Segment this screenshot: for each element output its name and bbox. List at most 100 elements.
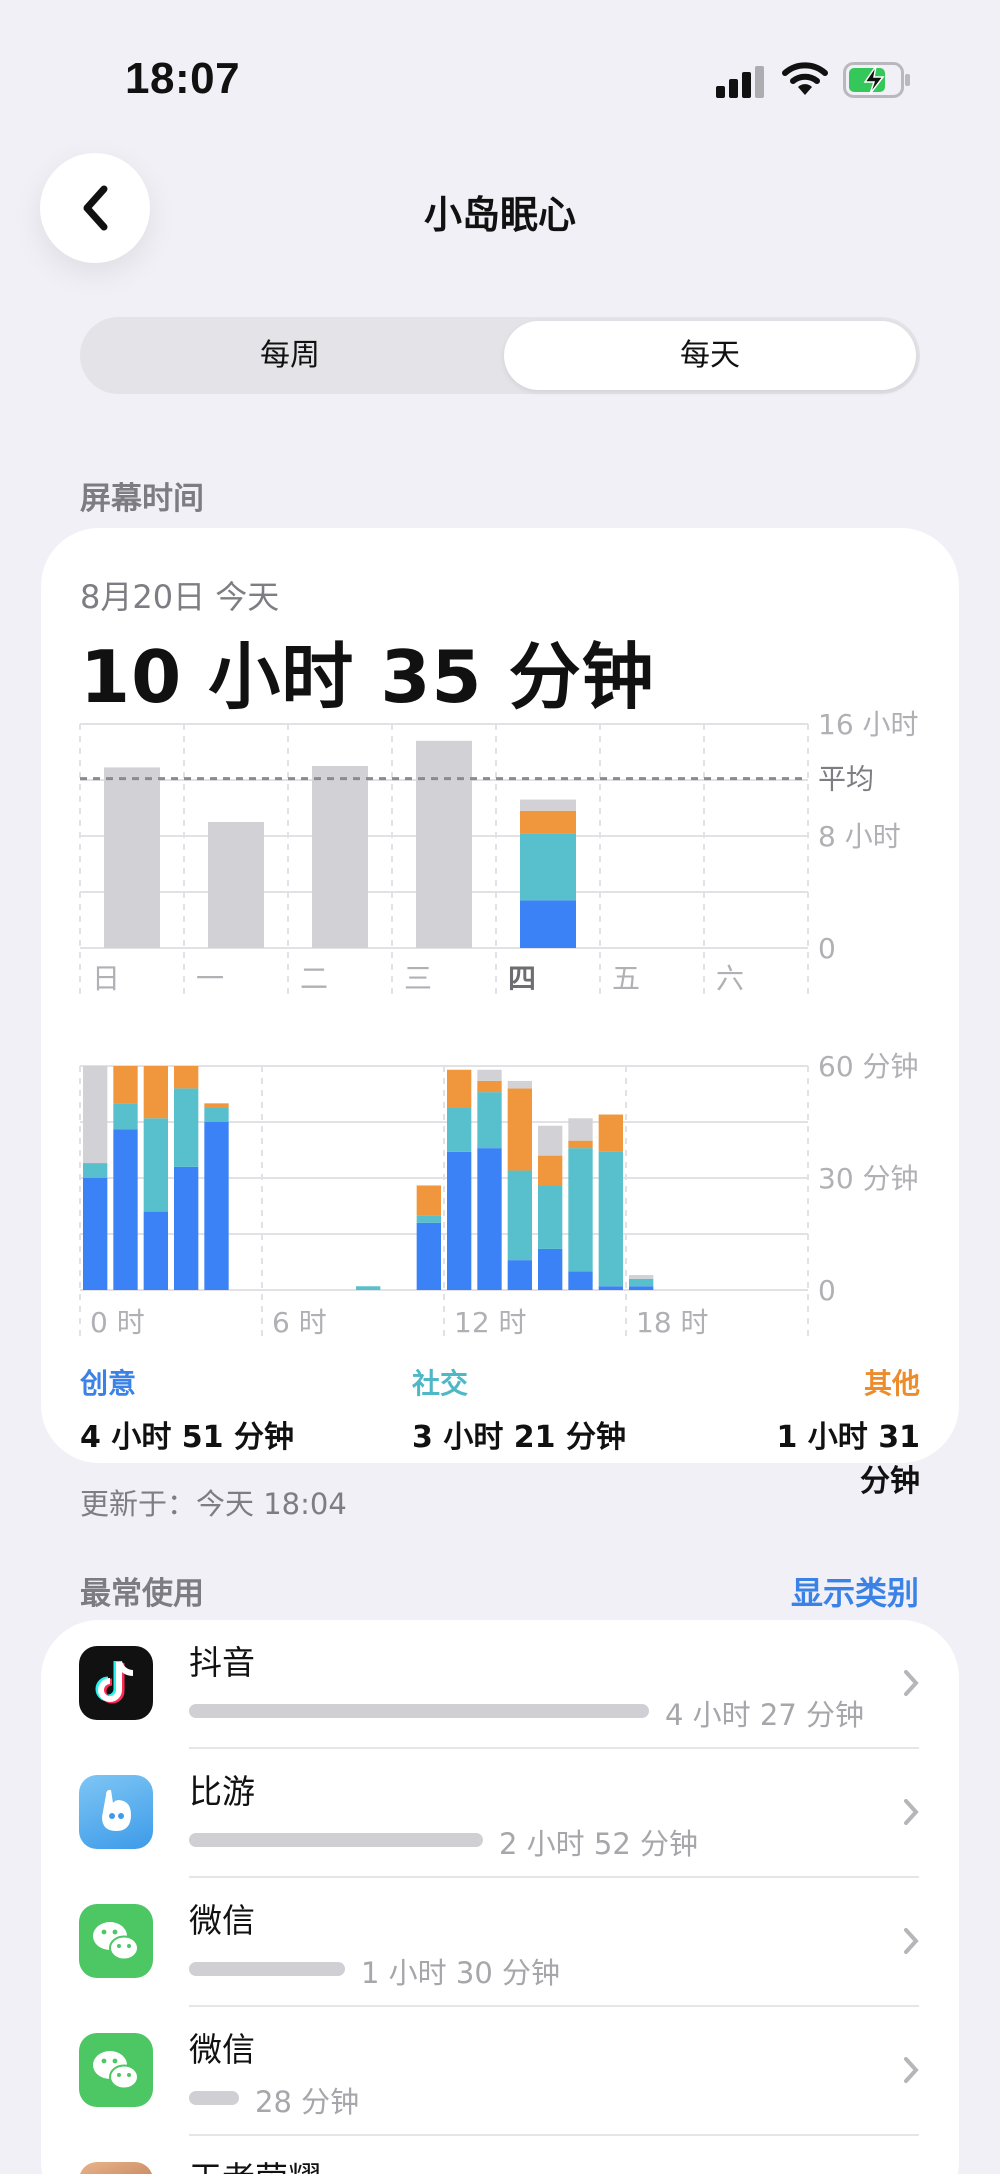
x-tick-label: 一 [196, 962, 224, 995]
bar-segment-other [204, 1103, 229, 1108]
douyin-icon [79, 1646, 153, 1720]
bar-segment-uncategorized [507, 1080, 532, 1089]
legend-creative: 创意 4 小时 51 分钟 [80, 1362, 294, 1456]
show-categories-button[interactable]: 显示类别 [791, 1568, 919, 1614]
bar-segment-uncategorized [568, 1118, 593, 1141]
usage-bar [189, 2091, 239, 2105]
bar-segment-uncategorized [477, 1069, 502, 1081]
bar-segment-social [568, 1148, 593, 1272]
app-name: 抖音 [189, 1643, 255, 1682]
app-duration: 28 分钟 [255, 2085, 360, 2119]
bar-segment-social [507, 1170, 532, 1261]
x-tick-label: 五 [612, 962, 640, 995]
legend-other: 其他 1 小时 31 分钟 [740, 1362, 920, 1500]
most-used-section-header: 最常使用 [80, 1576, 204, 1612]
bar-segment-creative [538, 1248, 563, 1290]
bar-segment-other [538, 1155, 563, 1186]
bar-segment-other [507, 1088, 532, 1171]
bar-segment-uncategorized [538, 1125, 563, 1156]
bar-segment-creative [520, 900, 576, 948]
bar-segment-uncategorized [629, 1275, 654, 1279]
app-name: 比游 [189, 1772, 255, 1811]
legend-category: 其他 [863, 1367, 920, 1400]
chevron-right-icon [904, 1799, 919, 1825]
tab-weekly[interactable]: 每周 [80, 317, 500, 394]
legend-value: 3 小时 21 分钟 [412, 1420, 626, 1455]
app-row[interactable]: 王者荣耀 [41, 2136, 959, 2174]
bar-segment-uncategorized [208, 822, 264, 948]
x-tick-label: 18 时 [636, 1306, 709, 1339]
bar-segment-creative [143, 1211, 168, 1290]
app-duration: 4 小时 27 分钟 [665, 1698, 865, 1732]
biyou-icon [79, 1775, 153, 1849]
app-row[interactable]: 微信 1 小时 30 分钟 [41, 1878, 959, 2007]
y-tick-label: 16 小时 [818, 708, 919, 741]
wechat-icon [79, 2033, 153, 2107]
x-tick-label: 12 时 [454, 1306, 527, 1339]
bar-segment-uncategorized [83, 1066, 108, 1164]
bar-segment-creative [507, 1260, 532, 1290]
average-label: 平均 [818, 763, 874, 796]
weekly-usage-chart: 16 小时 8 小时 0 平均日 一 二 三 四 五 六 [79, 708, 919, 996]
period-segmented-control: 每周 每天 [80, 317, 920, 394]
app-duration: 2 小时 52 分钟 [499, 1827, 699, 1861]
bar-segment-other [174, 1066, 199, 1089]
y-tick-label: 0 [818, 932, 836, 965]
x-tick-label: 6 时 [272, 1306, 327, 1339]
bar-segment-other [568, 1140, 593, 1149]
wifi-icon [782, 62, 828, 95]
bar-segment-creative [416, 1222, 441, 1290]
bar-segment-social [83, 1163, 108, 1178]
battery-charging-icon [843, 62, 910, 98]
bar-segment-other [416, 1185, 441, 1216]
app-row[interactable]: 微信 28 分钟 [41, 2007, 959, 2136]
y-tick-label: 0 [818, 1274, 836, 1307]
bar-segment-social [538, 1185, 563, 1249]
legend-social: 社交 3 小时 21 分钟 [412, 1362, 626, 1456]
bar-segment-other [113, 1066, 138, 1104]
app-row[interactable]: 抖音 4 小时 27 分钟 [41, 1620, 959, 1749]
bar-segment-creative [477, 1148, 502, 1290]
y-tick-label: 8 小时 [818, 820, 901, 853]
x-tick-label: 0 时 [90, 1306, 145, 1339]
bar-segment-social [143, 1118, 168, 1212]
app-row[interactable]: 比游 2 小时 52 分钟 [41, 1749, 959, 1878]
hourly-usage-chart: 60 分钟 30 分钟 0 0 时 6 时 12 时 18 时 [79, 1050, 919, 1339]
chevron-right-icon [904, 2057, 919, 2083]
bar-segment-uncategorized [312, 766, 368, 948]
bar-segment-social [598, 1151, 623, 1287]
y-tick-label: 30 分钟 [818, 1162, 919, 1195]
legend-category: 社交 [412, 1367, 469, 1400]
bar-segment-other [520, 810, 576, 834]
bar-segment-creative [568, 1271, 593, 1290]
most-used-list: 抖音 4 小时 27 分钟 比游 2 小时 52 分钟 微信 1 小时 30 分… [41, 1620, 959, 2174]
app-name: 微信 [189, 2030, 255, 2069]
x-tick-label: 四 [508, 962, 536, 995]
wechat-icon [79, 1904, 153, 1978]
bar-segment-social [447, 1107, 472, 1152]
bar-segment-social [174, 1088, 199, 1167]
chevron-right-icon [904, 1928, 919, 1954]
y-tick-label: 60 分钟 [818, 1050, 919, 1083]
bar-segment-other [143, 1066, 168, 1119]
usage-bar [189, 1962, 345, 1976]
date-label: 8月20日 今天 [80, 578, 280, 616]
usage-bar [189, 1833, 483, 1847]
bar-segment-creative [629, 1286, 654, 1290]
bar-segment-social [356, 1286, 381, 1290]
bar-segment-other [447, 1069, 472, 1108]
bar-segment-social [204, 1107, 229, 1122]
x-tick-label: 日 [92, 962, 120, 995]
bar-segment-social [520, 833, 576, 901]
x-tick-label: 三 [404, 962, 432, 995]
tab-daily[interactable]: 每天 [504, 321, 916, 390]
x-tick-label: 二 [300, 962, 328, 995]
bar-segment-social [629, 1278, 654, 1287]
status-time: 18:07 [125, 54, 241, 103]
bar-segment-social [113, 1103, 138, 1130]
app-name: 微信 [189, 1901, 255, 1940]
screen-time-section-header: 屏幕时间 [80, 481, 204, 517]
cellular-signal-icon [716, 66, 766, 98]
honor-of-kings-icon [79, 2162, 153, 2174]
bar-segment-other [598, 1114, 623, 1152]
